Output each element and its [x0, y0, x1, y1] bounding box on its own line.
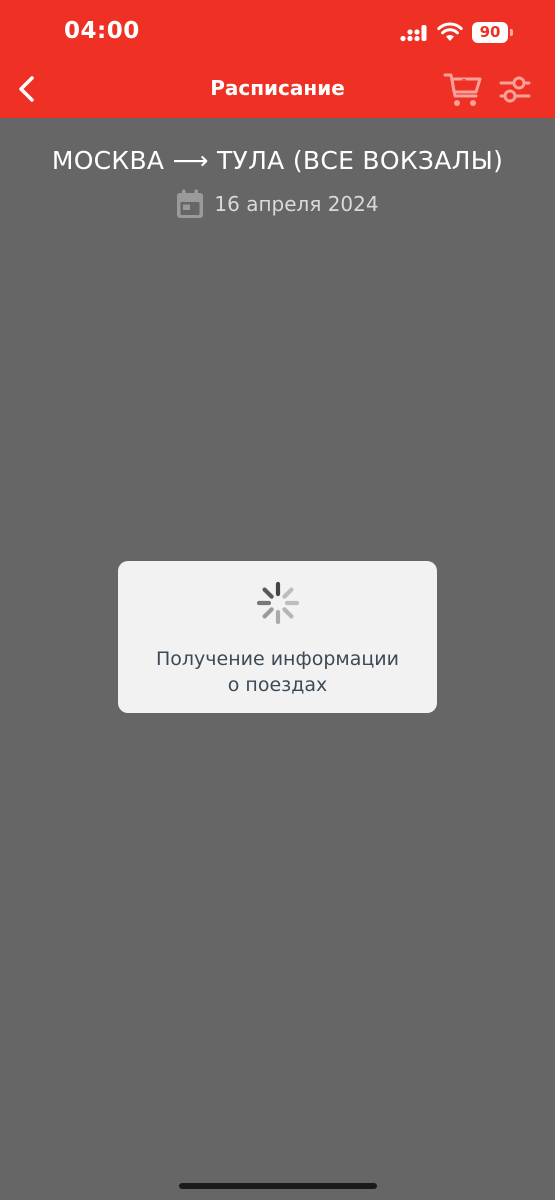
nav-bar: Расписание 0 — [0, 62, 555, 118]
spinner-icon — [256, 581, 300, 625]
status-time: 04:00 — [64, 18, 140, 44]
home-indicator[interactable] — [179, 1183, 377, 1189]
battery-icon: 90 — [472, 22, 514, 43]
status-bar: 04:00 90 — [0, 0, 555, 62]
calendar-icon — [177, 189, 204, 218]
signal-icon — [400, 25, 427, 42]
loading-dialog: Получение информации о поездах — [118, 561, 437, 713]
route-date-row: 16 апреля 2024 — [0, 188, 555, 220]
cart-count-badge: 0 — [460, 77, 468, 90]
app-header: 04:00 90 Расписание 0 — [0, 0, 555, 118]
battery-nub — [510, 29, 513, 36]
loading-message-line2: о поездах — [227, 674, 328, 696]
battery-level: 90 — [472, 22, 508, 43]
loading-message-line1: Получение информации — [155, 648, 400, 670]
sliders-icon — [499, 76, 531, 103]
route-title: МОСКВА ⟶ ТУЛА (ВСЕ ВОКЗАЛЫ) — [51, 146, 504, 175]
cart-button[interactable]: 0 — [443, 72, 483, 108]
wifi-icon — [437, 22, 463, 41]
filter-button[interactable] — [498, 74, 532, 106]
route-date: 16 апреля 2024 — [214, 192, 379, 216]
loading-message: Получение информации о поездах — [128, 646, 427, 698]
